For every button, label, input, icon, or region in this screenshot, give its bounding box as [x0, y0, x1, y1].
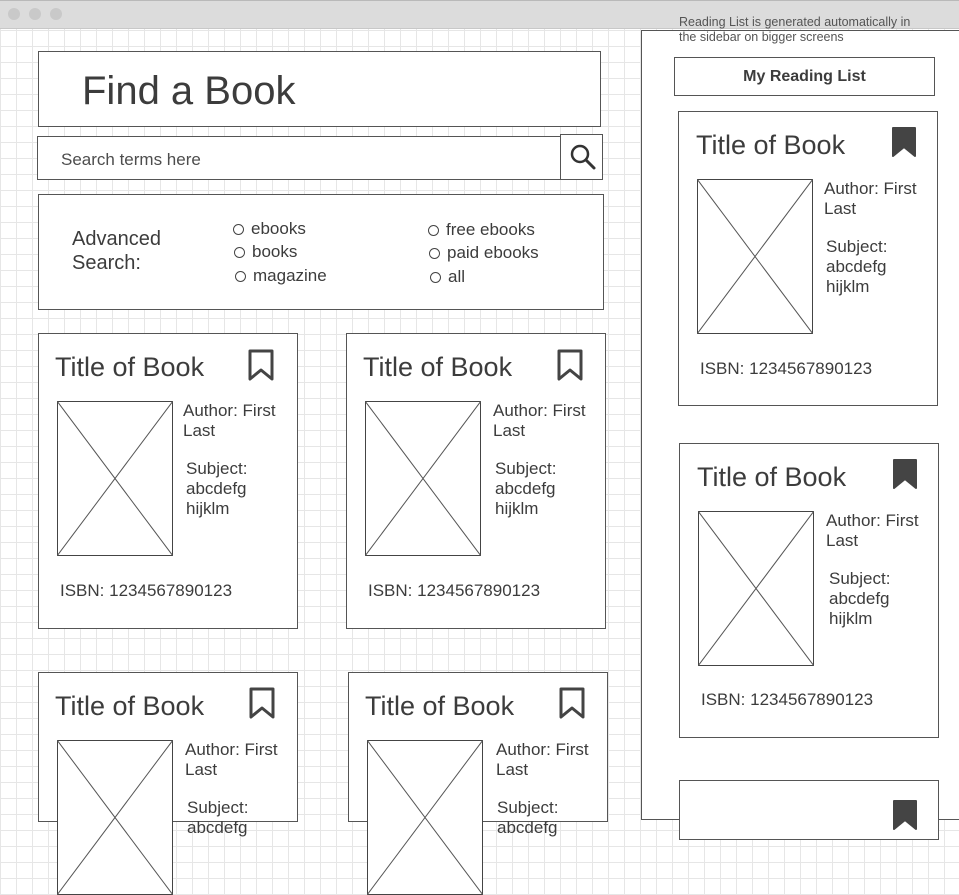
bookmark-icon[interactable]	[557, 349, 583, 381]
book-subject: Subject: abcdefg	[187, 798, 249, 837]
page-header: Find a Book	[38, 51, 601, 127]
advanced-search-label: Advanced Search:	[72, 228, 161, 274]
my-reading-list-button[interactable]: My Reading List	[674, 57, 935, 96]
book-isbn: ISBN: 1234567890123	[701, 690, 874, 709]
book-author: Author: First Last	[826, 511, 919, 550]
book-subject: Subject: abcdefg hijklm	[826, 237, 888, 296]
radio-label: paid ebooks	[447, 243, 539, 262]
book-card[interactable]: Title of Book Author: First Last Subject…	[38, 672, 298, 895]
search-placeholder: Search terms here	[61, 150, 201, 169]
bookmark-icon[interactable]	[559, 687, 585, 719]
bookmark-filled-icon[interactable]	[892, 458, 918, 490]
reading-list-item[interactable]: Title of Book Author: First Last Subject…	[678, 111, 938, 406]
window-close-dot[interactable]	[8, 8, 20, 20]
radio-circle-icon	[233, 223, 244, 235]
radio-magazine[interactable]: magazine	[235, 266, 327, 286]
radio-free-ebooks[interactable]: free ebooks	[428, 220, 535, 240]
book-subject: Subject: abcdefg hijklm	[186, 459, 248, 518]
radio-label: books	[252, 242, 298, 261]
reading-list-item[interactable]: Title of Book Author: First Last Subject…	[679, 443, 939, 738]
book-isbn: ISBN: 1234567890123	[60, 581, 233, 600]
radio-ebooks[interactable]: ebooks	[233, 219, 306, 239]
radio-label: all	[448, 267, 466, 286]
radio-label: free ebooks	[446, 220, 535, 239]
bookmark-filled-icon[interactable]	[892, 799, 918, 831]
book-cover-image-placeholder	[698, 511, 814, 666]
book-author: Author: First Last	[493, 401, 586, 440]
page-title: Find a Book	[82, 69, 296, 113]
book-subject: Subject: abcdefg hijklm	[829, 569, 891, 628]
radio-label: magazine	[253, 266, 327, 285]
book-author: Author: First Last	[183, 401, 276, 440]
radio-circle-icon	[234, 246, 245, 258]
radio-paid-ebooks[interactable]: paid ebooks	[429, 243, 539, 263]
window-maximize-dot[interactable]	[50, 8, 62, 20]
radio-circle-icon	[430, 271, 441, 283]
book-title: Title of Book	[55, 352, 205, 382]
radio-all[interactable]: all	[430, 267, 465, 287]
book-card[interactable]: Title of Book Author: First Last Subject…	[346, 333, 606, 629]
bookmark-icon[interactable]	[248, 349, 274, 381]
reading-list-item[interactable]	[679, 780, 939, 840]
search-button[interactable]	[560, 134, 603, 180]
book-subject: Subject: abcdefg	[497, 798, 559, 837]
bookmark-icon[interactable]	[249, 687, 275, 719]
book-cover-image-placeholder	[367, 740, 483, 895]
book-isbn: ISBN: 1234567890123	[700, 359, 873, 378]
book-isbn: ISBN: 1234567890123	[368, 581, 541, 600]
sidebar-note: Reading List is generated automatically …	[679, 15, 911, 44]
radio-circle-icon	[429, 247, 440, 259]
book-cover-image-placeholder	[57, 740, 173, 895]
book-title: Title of Book	[696, 130, 846, 160]
book-title: Title of Book	[363, 352, 513, 382]
book-cover-image-placeholder	[697, 179, 813, 334]
radio-label: ebooks	[251, 219, 306, 238]
book-author: Author: First Last	[824, 179, 917, 218]
book-title: Title of Book	[697, 462, 847, 492]
book-card[interactable]: Title of Book Author: First Last Subject…	[348, 672, 608, 895]
search-input[interactable]: Search terms here	[37, 136, 561, 180]
book-title: Title of Book	[365, 691, 515, 721]
search-icon	[570, 144, 596, 170]
radio-books[interactable]: books	[234, 242, 297, 262]
book-card[interactable]: Title of Book Author: First Last Subject…	[38, 333, 298, 629]
book-cover-image-placeholder	[365, 401, 481, 556]
radio-circle-icon	[428, 224, 439, 236]
book-cover-image-placeholder	[57, 401, 173, 556]
window-minimize-dot[interactable]	[29, 8, 41, 20]
bookmark-filled-icon[interactable]	[891, 126, 917, 158]
book-author: Author: First Last	[496, 740, 589, 779]
book-author: Author: First Last	[185, 740, 278, 779]
radio-circle-icon	[235, 270, 246, 282]
book-subject: Subject: abcdefg hijklm	[495, 459, 557, 518]
book-title: Title of Book	[55, 691, 205, 721]
